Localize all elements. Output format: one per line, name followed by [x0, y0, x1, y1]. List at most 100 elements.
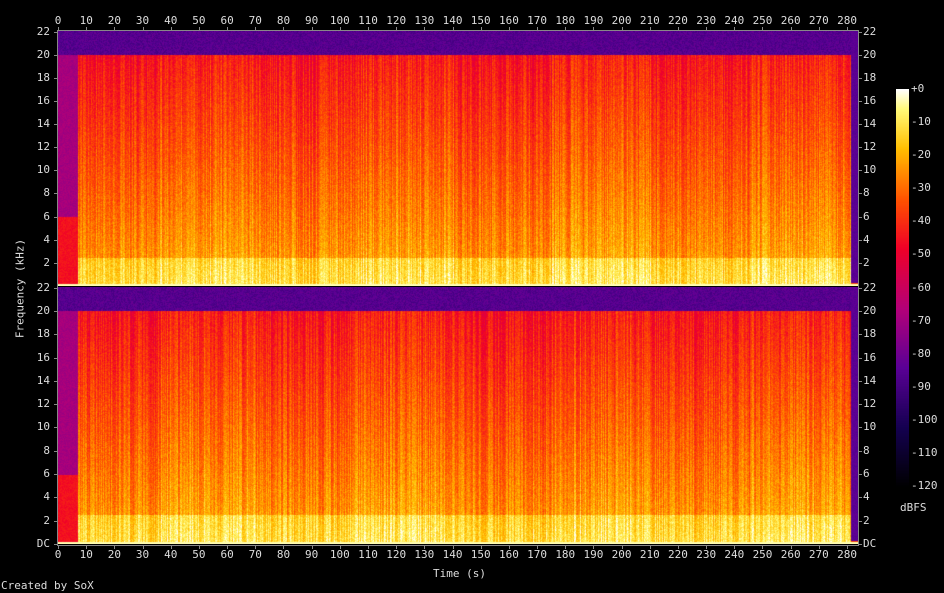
x-tick-label-top: 160: [498, 14, 519, 27]
x-tick-mark: [734, 546, 736, 549]
colorbar-tick-label: -100: [911, 412, 938, 426]
x-tick-label-top: 50: [192, 14, 206, 27]
y-tick-mark: [54, 520, 57, 522]
y-tick-label-right: 4: [863, 490, 870, 504]
x-tick-mark: [311, 546, 313, 549]
x-tick-label-top: 20: [107, 14, 121, 27]
x-tick-mark: [790, 546, 792, 549]
colorbar-tick-label: +0: [911, 82, 925, 95]
y-tick-label-right: 20: [863, 303, 877, 317]
x-tick-label-bottom: 150: [470, 548, 491, 561]
x-tick-mark: [790, 27, 792, 30]
y-tick-label-left: 10: [36, 420, 51, 434]
x-tick-mark: [847, 27, 848, 30]
x-tick-label-top: 130: [414, 14, 435, 27]
x-tick-mark: [170, 27, 172, 30]
y-tick-label-left: 6: [43, 209, 51, 223]
y-tick-mark: [859, 170, 862, 172]
y-tick-mark: [859, 310, 862, 312]
x-tick-mark: [367, 546, 369, 549]
x-tick-mark: [114, 546, 116, 549]
y-tick-label-left: 8: [43, 186, 51, 200]
y-tick-mark: [54, 380, 57, 382]
y-tick-label-left: 2: [43, 513, 51, 527]
y-tick-mark: [859, 77, 862, 79]
colorbar-tick-label: -10: [911, 115, 931, 129]
y-tick-mark: [54, 544, 57, 545]
x-tick-mark: [114, 27, 116, 30]
y-tick-mark: [859, 216, 862, 218]
x-axis-label: Time (s): [433, 567, 486, 580]
x-tick-mark: [677, 546, 679, 549]
x-tick-label-bottom: 280: [837, 548, 857, 561]
y-tick-mark: [54, 262, 57, 264]
x-tick-mark: [480, 27, 482, 30]
y-tick-label-right: 2: [863, 513, 870, 527]
y-tick-mark: [859, 124, 862, 126]
x-tick-label-top: 120: [386, 14, 407, 27]
y-tick-label-left: DC: [36, 537, 51, 550]
colorbar-tick-label: -30: [911, 181, 931, 195]
x-tick-label-bottom: 70: [248, 548, 262, 561]
y-tick-mark: [54, 239, 57, 241]
colorbar-tick-label: -50: [911, 247, 931, 261]
x-tick-mark: [452, 27, 454, 30]
x-tick-label-bottom: 30: [135, 548, 150, 561]
y-tick-mark: [54, 147, 57, 149]
y-tick-mark: [859, 287, 862, 289]
x-tick-mark: [339, 27, 341, 30]
y-tick-label-left: 4: [43, 232, 51, 246]
y-tick-label-left: 14: [36, 117, 51, 131]
y-tick-label-right: DC: [863, 537, 877, 550]
y-tick-mark: [54, 193, 57, 195]
x-tick-label-bottom: 100: [329, 548, 350, 561]
y-tick-label-left: 10: [36, 163, 51, 177]
x-tick-mark: [508, 27, 510, 30]
y-tick-label-right: 8: [863, 443, 870, 457]
x-tick-mark: [677, 27, 679, 30]
y-tick-label-left: 20: [36, 47, 51, 61]
y-tick-mark: [859, 357, 862, 359]
x-tick-label-bottom: 240: [724, 548, 745, 561]
x-tick-mark: [339, 546, 341, 549]
y-axis-label: Frequency (kHz): [13, 238, 27, 339]
x-tick-label-top: 110: [358, 14, 378, 27]
x-tick-label-top: 200: [611, 14, 632, 27]
y-tick-mark: [54, 216, 57, 218]
y-tick-mark: [859, 380, 862, 382]
y-tick-mark: [54, 100, 57, 102]
colorbar-tick-label: -70: [911, 313, 931, 327]
y-tick-label-right: 22: [863, 24, 877, 38]
x-tick-label-bottom: 170: [527, 548, 547, 561]
x-tick-label-bottom: 270: [808, 548, 829, 561]
x-tick-mark: [283, 546, 285, 549]
x-tick-label-bottom: 140: [442, 548, 463, 561]
x-tick-mark: [170, 546, 172, 549]
x-tick-label-bottom: 120: [386, 548, 407, 561]
x-tick-mark: [818, 546, 820, 549]
y-tick-mark: [859, 450, 862, 452]
x-tick-label-top: 170: [527, 14, 547, 27]
y-tick-label-left: 18: [36, 70, 51, 84]
y-tick-mark: [859, 474, 862, 476]
y-tick-label-left: 20: [36, 303, 51, 317]
colorbar-tick-label: -20: [911, 148, 931, 162]
x-tick-mark: [142, 27, 144, 30]
y-tick-mark: [859, 497, 862, 499]
y-tick-mark: [859, 147, 862, 149]
x-tick-label-top: 100: [329, 14, 350, 27]
y-tick-label-right: 18: [863, 327, 877, 341]
y-tick-mark: [859, 427, 862, 429]
x-tick-mark: [621, 546, 623, 549]
x-tick-label-bottom: 10: [79, 548, 93, 561]
x-tick-label-bottom: 160: [498, 548, 519, 561]
y-tick-mark: [54, 170, 57, 172]
y-tick-label-left: 12: [36, 140, 51, 154]
y-tick-label-right: 12: [863, 140, 877, 154]
x-tick-mark: [424, 546, 426, 549]
x-tick-mark: [142, 546, 144, 549]
y-tick-label-left: 16: [36, 93, 51, 107]
x-tick-label-bottom: 90: [305, 548, 319, 561]
x-tick-label-top: 150: [470, 14, 491, 27]
x-tick-mark: [706, 546, 708, 549]
